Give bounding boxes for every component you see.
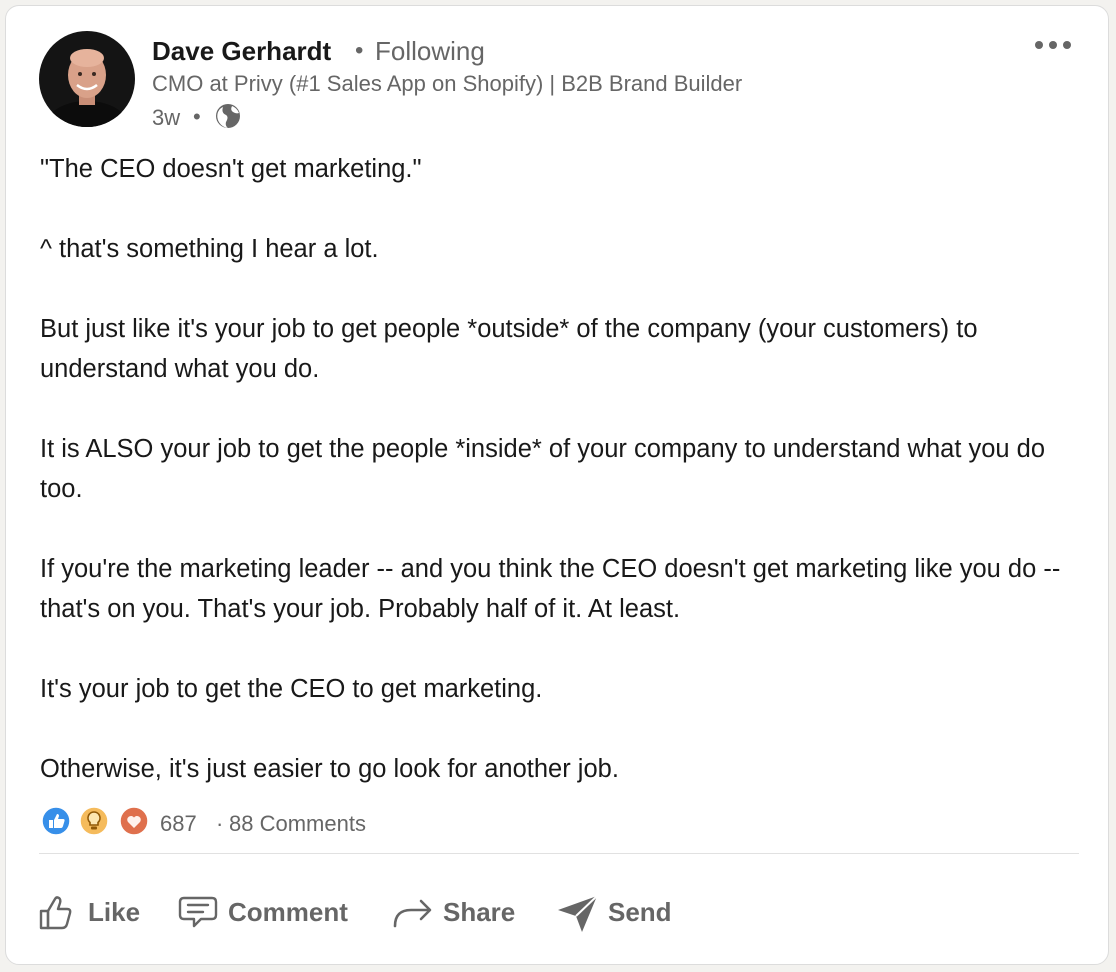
post-body: "The CEO doesn't get marketing." ^ that'… — [40, 149, 1080, 789]
post-card: Dave Gerhardt • Following CMO at Privy (… — [5, 5, 1109, 965]
send-button[interactable]: Send — [556, 886, 672, 938]
like-button[interactable]: Like — [36, 886, 140, 938]
like-icon — [41, 806, 71, 836]
comment-button[interactable]: Comment — [176, 886, 348, 938]
thumbs-up-icon — [39, 896, 72, 930]
post-paragraph: It's your job to get the CEO to get mark… — [40, 675, 543, 703]
globe-icon — [214, 102, 242, 130]
more-options-button[interactable] — [1028, 34, 1078, 64]
author-headline: CMO at Privy (#1 Sales App on Shopify) |… — [152, 71, 743, 96]
follow-status[interactable]: Following — [375, 36, 485, 67]
post-paragraph: It is ALSO your job to get the people *i… — [40, 435, 1046, 503]
author-avatar[interactable] — [39, 31, 135, 127]
post-paragraph: Otherwise, it's just easier to go look f… — [40, 755, 619, 783]
love-icon — [119, 806, 149, 836]
post-paragraph: "The CEO doesn't get marketing." — [40, 155, 422, 183]
comment-label: Comment — [228, 896, 348, 927]
divider — [39, 853, 1079, 854]
reaction-count[interactable]: 687 — [160, 811, 197, 837]
author-name[interactable]: Dave Gerhardt — [152, 36, 331, 67]
follow-separator-dot: • — [355, 37, 364, 64]
social-separator-dot: · — [216, 811, 224, 836]
post-paragraph: But just like it's your job to get peopl… — [40, 315, 978, 383]
timestamp-separator-dot: • — [193, 104, 201, 129]
share-button[interactable]: Share — [391, 886, 515, 938]
share-label: Share — [443, 896, 516, 927]
post-paragraph: If you're the marketing leader -- and yo… — [40, 555, 1061, 623]
send-label: Send — [608, 896, 672, 927]
ellipsis-icon — [1035, 41, 1071, 49]
share-arrow-icon — [393, 899, 432, 928]
like-label: Like — [88, 896, 141, 927]
comments-count-link[interactable]: 88 Comments — [229, 811, 366, 837]
send-paper-plane-icon — [558, 895, 598, 932]
post-paragraph: ^ that's something I hear a lot. — [40, 235, 379, 263]
post-timestamp[interactable]: 3w — [152, 105, 180, 131]
comment-bubble-icon — [178, 896, 218, 928]
insightful-icon — [79, 806, 109, 836]
